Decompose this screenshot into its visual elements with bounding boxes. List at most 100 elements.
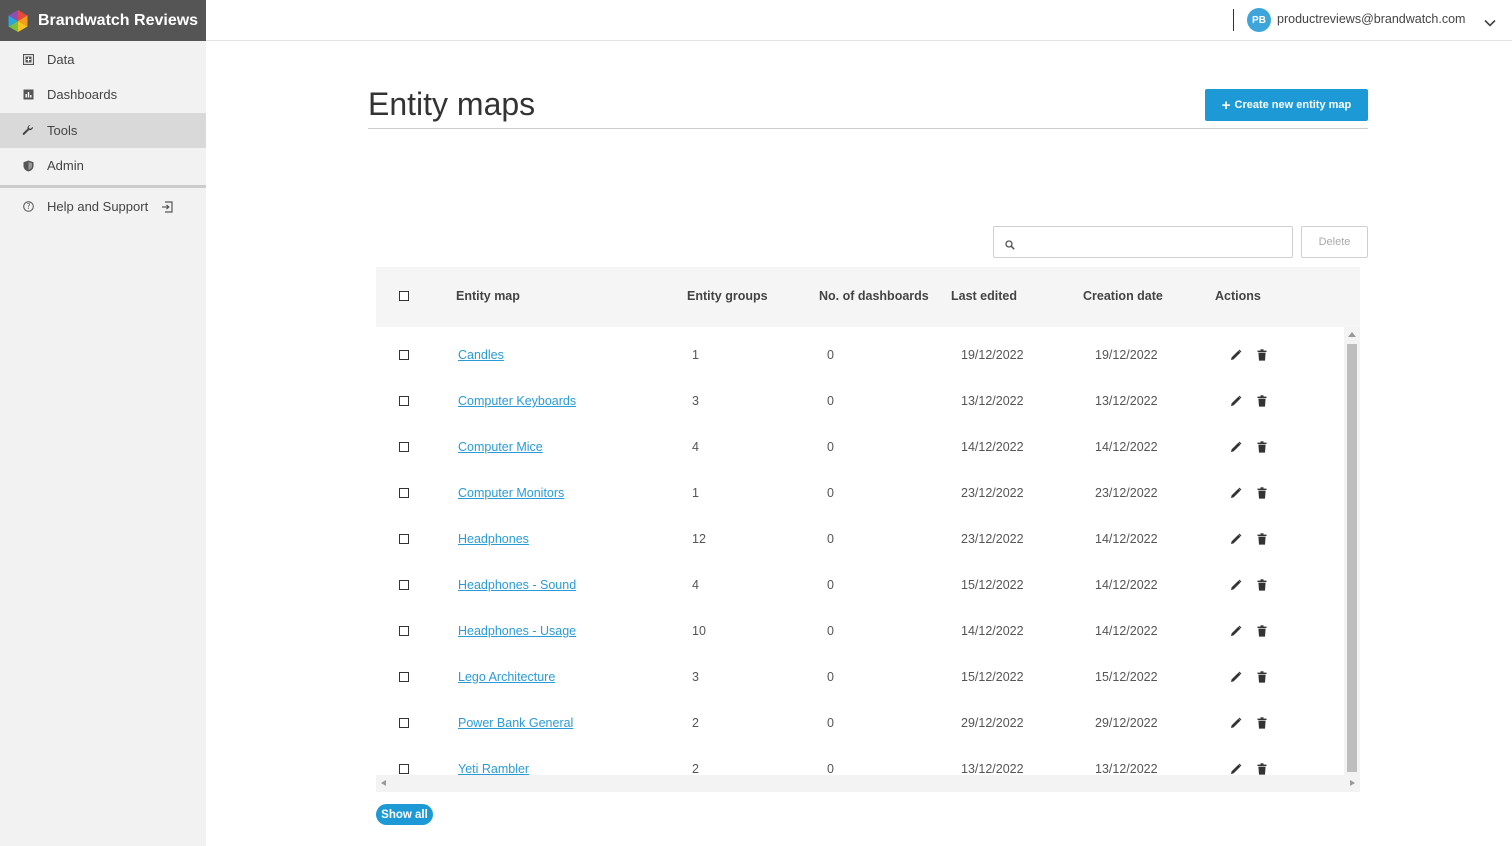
creation-date-cell: 14/12/2022: [1095, 532, 1158, 546]
column-header-dashboards[interactable]: No. of dashboards: [819, 289, 929, 303]
column-header-last-edited[interactable]: Last edited: [951, 289, 1017, 303]
row-checkbox[interactable]: [399, 672, 409, 682]
trash-icon[interactable]: [1255, 486, 1269, 500]
creation-date-cell: 14/12/2022: [1095, 440, 1158, 454]
trash-icon[interactable]: [1255, 716, 1269, 730]
column-header-creation-date[interactable]: Creation date: [1083, 289, 1163, 303]
create-entity-map-button[interactable]: + Create new entity map: [1205, 89, 1368, 121]
trash-icon[interactable]: [1255, 624, 1269, 638]
dashboards-cell: 0: [827, 624, 834, 638]
last-edited-cell: 14/12/2022: [961, 624, 1024, 638]
scroll-left-arrow[interactable]: [381, 780, 386, 786]
edit-icon[interactable]: [1229, 394, 1243, 408]
edit-icon[interactable]: [1229, 348, 1243, 362]
edit-icon[interactable]: [1229, 532, 1243, 546]
column-header-entity-groups[interactable]: Entity groups: [687, 289, 768, 303]
page-title: Entity maps: [368, 86, 536, 122]
table-row: Power Bank General 2 0 29/12/2022 29/12/2022: [376, 695, 1344, 741]
sidebar-item-tools[interactable]: Tools: [0, 112, 206, 148]
edit-icon[interactable]: [1229, 762, 1243, 775]
entity-groups-cell: 3: [692, 670, 699, 684]
row-checkbox[interactable]: [399, 764, 409, 774]
top-divider: [1233, 9, 1234, 31]
table-row: Computer Mice 4 0 14/12/2022 14/12/2022: [376, 419, 1344, 465]
dashboards-cell: 0: [827, 716, 834, 730]
entity-map-link[interactable]: Lego Architecture: [458, 670, 555, 684]
scroll-up-arrow[interactable]: [1348, 332, 1356, 337]
horizontal-scrollbar[interactable]: [376, 775, 1360, 792]
row-checkbox[interactable]: [399, 350, 409, 360]
select-all-checkbox[interactable]: [399, 291, 409, 301]
plus-icon: +: [1221, 96, 1231, 114]
top-bar: PB productreviews@brandwatch.com: [206, 0, 1512, 41]
scrollbar-thumb[interactable]: [1347, 344, 1357, 772]
last-edited-cell: 29/12/2022: [961, 716, 1024, 730]
sidebar-item-data[interactable]: Data: [0, 42, 206, 78]
table-row: Computer Monitors 1 0 23/12/2022 23/12/2022: [376, 465, 1344, 511]
edit-icon[interactable]: [1229, 440, 1243, 454]
sidebar-item-dashboards[interactable]: Dashboards: [0, 77, 206, 113]
entity-map-link[interactable]: Headphones - Sound: [458, 578, 576, 592]
trash-icon[interactable]: [1255, 670, 1269, 684]
trash-icon[interactable]: [1255, 578, 1269, 592]
avatar[interactable]: PB: [1247, 8, 1271, 32]
row-checkbox[interactable]: [399, 718, 409, 728]
delete-button[interactable]: Delete: [1301, 226, 1368, 258]
dashboards-cell: 0: [827, 486, 834, 500]
sidebar-item-label: Data: [47, 51, 75, 67]
trash-icon[interactable]: [1255, 762, 1269, 775]
scroll-right-arrow[interactable]: [1350, 780, 1355, 786]
table-row: Headphones - Usage 10 0 14/12/2022 14/12/202…: [376, 603, 1344, 649]
row-checkbox[interactable]: [399, 534, 409, 544]
trash-icon[interactable]: [1255, 348, 1269, 362]
show-all-button[interactable]: Show all: [376, 804, 433, 825]
entity-groups-cell: 1: [692, 486, 699, 500]
last-edited-cell: 13/12/2022: [961, 762, 1024, 775]
table-row: Candles 1 0 19/12/2022 19/12/2022: [376, 327, 1344, 373]
entity-map-link[interactable]: Candles: [458, 348, 504, 362]
trash-icon[interactable]: [1255, 532, 1269, 546]
search-input[interactable]: [1022, 231, 1282, 253]
sidebar-item-admin[interactable]: Admin: [0, 148, 206, 184]
dashboards-cell: 0: [827, 762, 834, 775]
last-edited-cell: 13/12/2022: [961, 394, 1024, 408]
edit-icon[interactable]: [1229, 486, 1243, 500]
column-header-actions: Actions: [1215, 289, 1261, 303]
creation-date-cell: 29/12/2022: [1095, 716, 1158, 730]
last-edited-cell: 19/12/2022: [961, 348, 1024, 362]
entity-map-link[interactable]: Headphones - Usage: [458, 624, 576, 638]
creation-date-cell: 14/12/2022: [1095, 624, 1158, 638]
edit-icon[interactable]: [1229, 624, 1243, 638]
column-header-entity-map[interactable]: Entity map: [456, 289, 520, 303]
entity-map-link[interactable]: Computer Keyboards: [458, 394, 576, 408]
edit-icon[interactable]: [1229, 578, 1243, 592]
creation-date-cell: 23/12/2022: [1095, 486, 1158, 500]
row-checkbox[interactable]: [399, 396, 409, 406]
entity-groups-cell: 3: [692, 394, 699, 408]
entity-map-link[interactable]: Yeti Rambler: [458, 762, 529, 775]
row-checkbox[interactable]: [399, 626, 409, 636]
shield-icon: [22, 160, 34, 172]
title-divider: [368, 128, 1368, 129]
trash-icon[interactable]: [1255, 394, 1269, 408]
brand-bar[interactable]: Brandwatch Reviews: [0, 0, 206, 41]
trash-icon[interactable]: [1255, 440, 1269, 454]
entity-map-link[interactable]: Computer Monitors: [458, 486, 564, 500]
edit-icon[interactable]: [1229, 716, 1243, 730]
creation-date-cell: 13/12/2022: [1095, 394, 1158, 408]
search-box[interactable]: [993, 226, 1293, 258]
entity-map-link[interactable]: Headphones: [458, 532, 529, 546]
vertical-scrollbar[interactable]: [1344, 327, 1360, 775]
user-email[interactable]: productreviews@brandwatch.com: [1277, 12, 1465, 26]
sidebar-item-help[interactable]: ? Help and Support: [0, 188, 206, 226]
row-checkbox[interactable]: [399, 580, 409, 590]
row-checkbox[interactable]: [399, 488, 409, 498]
entity-map-link[interactable]: Power Bank General: [458, 716, 573, 730]
edit-icon[interactable]: [1229, 670, 1243, 684]
entity-groups-cell: 4: [692, 578, 699, 592]
question-circle-icon: ?: [22, 201, 34, 213]
dashboards-cell: 0: [827, 578, 834, 592]
chevron-down-icon[interactable]: [1484, 14, 1496, 32]
row-checkbox[interactable]: [399, 442, 409, 452]
entity-map-link[interactable]: Computer Mice: [458, 440, 543, 454]
